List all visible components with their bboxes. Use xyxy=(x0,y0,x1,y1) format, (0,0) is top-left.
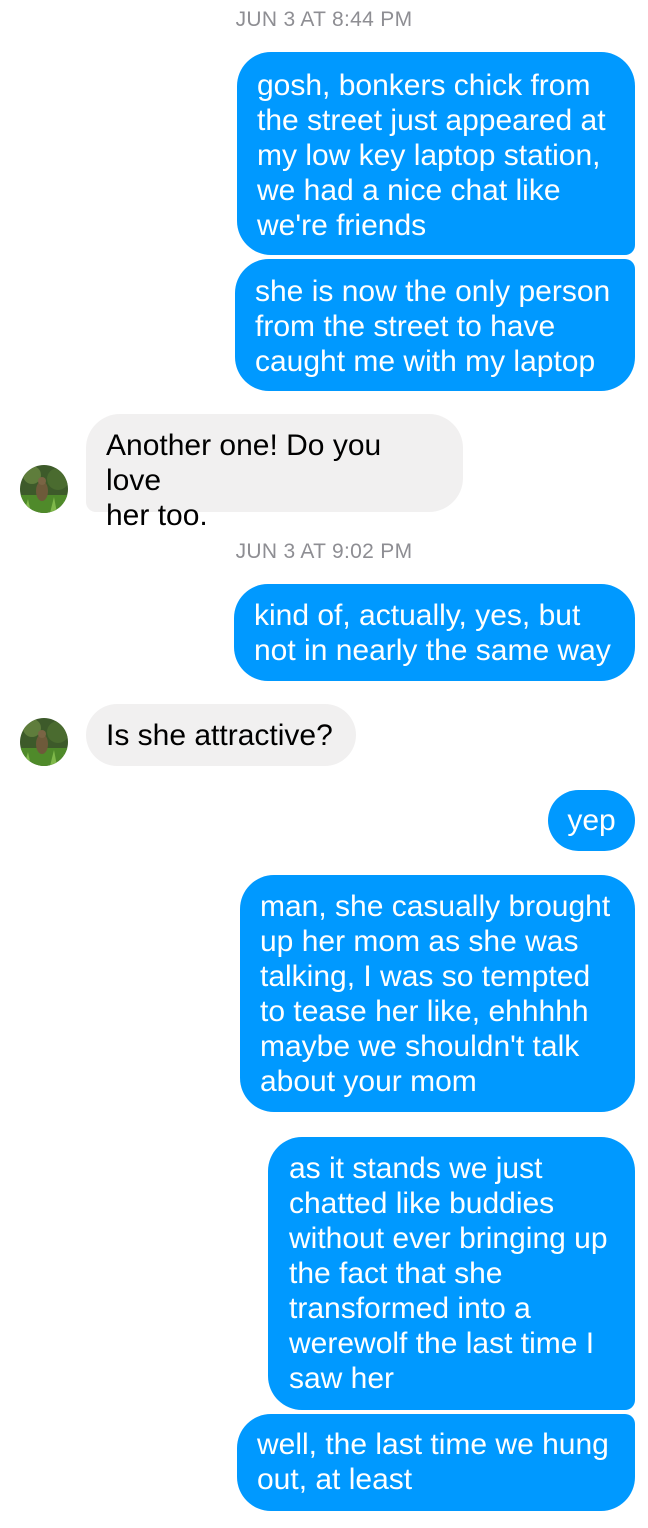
outgoing-message-bubble[interactable]: gosh, bonkers chick from the street just… xyxy=(237,52,635,255)
timestamp: JUN 3 AT 9:02 PM xyxy=(235,540,413,563)
outgoing-message-bubble[interactable]: kind of, actually, yes, but not in nearl… xyxy=(234,584,635,681)
outgoing-message-bubble[interactable]: well, the last time we hung out, at leas… xyxy=(237,1414,635,1511)
incoming-message-bubble[interactable]: Is she attractive? xyxy=(86,704,356,766)
outgoing-message-bubble[interactable]: yep xyxy=(548,790,635,851)
outgoing-message-bubble[interactable]: as it stands we just chatted like buddie… xyxy=(268,1137,635,1410)
timestamp: JUN 3 AT 8:44 PM xyxy=(235,8,413,31)
outgoing-message-bubble[interactable]: she is now the only person from the stre… xyxy=(235,259,635,391)
contact-avatar-icon[interactable] xyxy=(20,718,68,766)
incoming-message-bubble[interactable]: Another one! Do you love her too. xyxy=(86,414,463,532)
outgoing-message-bubble[interactable]: man, she casually brought up her mom as … xyxy=(240,875,635,1112)
contact-avatar-icon[interactable] xyxy=(20,465,68,513)
